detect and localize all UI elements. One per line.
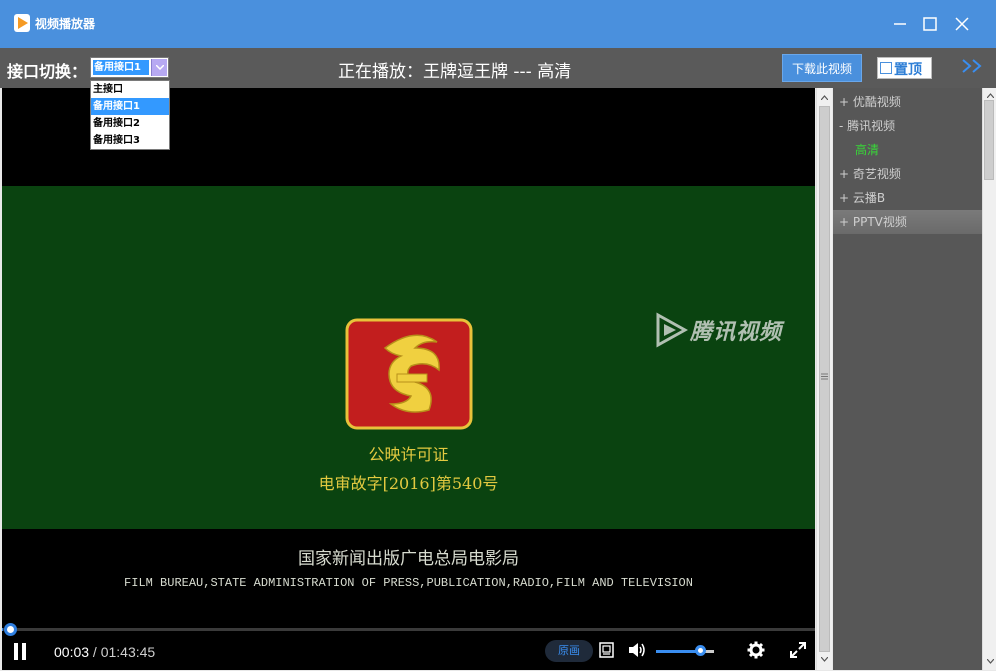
source-youku[interactable]: + 优酷视频 — [833, 90, 983, 114]
pause-button[interactable] — [12, 643, 28, 661]
source-yunbo-b[interactable]: + 云播B — [833, 186, 983, 210]
chevron-up-icon — [821, 95, 828, 100]
sidebar-scrollbar[interactable] — [982, 88, 996, 670]
total-duration: 01:43:45 — [100, 644, 156, 660]
source-pptv[interactable]: + PPTV视频 — [833, 210, 983, 234]
maximize-icon — [923, 17, 937, 31]
pin-label: 置顶 — [894, 62, 922, 78]
pin-checkbox[interactable] — [880, 62, 892, 74]
interface-selected-value: 备用接口1 — [93, 60, 149, 75]
scroll-down-button[interactable] — [817, 652, 832, 668]
player-controls: 00:03 / 01:43:45 原画 — [2, 623, 815, 670]
film-license-card: 腾讯视频 公映许可证 电审故字[2016]第540号 国家新闻出版广电总局电影局… — [2, 186, 815, 590]
pin-on-top-toggle[interactable]: 置顶 — [877, 57, 932, 79]
interface-switch-label: 接口切换： — [7, 62, 88, 81]
fullscreen-icon[interactable] — [789, 641, 807, 659]
volume-handle[interactable] — [694, 645, 706, 656]
double-chevron-right-icon — [962, 59, 982, 73]
bureau-name-cn: 国家新闻出版广电总局电影局 — [298, 549, 519, 569]
volume-fill — [656, 650, 700, 653]
pause-icon — [14, 643, 18, 660]
scroll-thumb[interactable] — [819, 106, 830, 652]
source-list: + 优酷视频 - 腾讯视频 高清 + 奇艺视频 + 云播B + PPTV视频 — [833, 88, 983, 670]
minimize-icon — [894, 23, 906, 25]
now-playing-title: 正在播放：王牌逗王牌 --- 高清 — [338, 62, 572, 82]
video-display[interactable]: 腾讯视频 公映许可证 电审故字[2016]第540号 国家新闻出版广电总局电影局… — [2, 88, 815, 632]
chevron-down-icon — [821, 657, 828, 662]
source-tencent-quality-hd[interactable]: 高清 — [855, 138, 879, 162]
license-title: 公映许可证 — [368, 445, 449, 464]
minimize-button[interactable] — [886, 10, 914, 38]
watermark-text: 腾讯视频 — [690, 320, 783, 345]
title-bar: 视频播放器 — [0, 0, 996, 48]
license-number: 电审故字[2016]第540号 — [318, 474, 499, 493]
interface-option-main[interactable]: 主接口 — [91, 81, 169, 98]
interface-dropdown-list: 主接口 备用接口1 备用接口2 备用接口3 — [90, 80, 170, 150]
grip-icon — [821, 373, 828, 380]
time-separator: / — [89, 644, 101, 660]
volume-slider[interactable] — [656, 645, 714, 656]
close-icon — [955, 17, 969, 31]
interface-option-backup-1[interactable]: 备用接口1 — [91, 98, 169, 115]
collapse-sidebar-button[interactable] — [960, 58, 988, 78]
current-time: 00:03 — [54, 644, 90, 660]
time-readout: 00:03 / 01:43:45 — [54, 644, 155, 660]
scroll-up-button[interactable] — [817, 90, 832, 106]
source-iqiyi[interactable]: + 奇艺视频 — [833, 162, 983, 186]
progress-bar[interactable] — [2, 623, 815, 636]
volume-icon[interactable] — [627, 641, 647, 659]
window-title: 视频播放器 — [35, 17, 96, 31]
play-logo-icon — [14, 14, 30, 32]
sidebar-scroll-down-button[interactable] — [983, 654, 996, 670]
interface-option-backup-2[interactable]: 备用接口2 — [91, 115, 169, 132]
pause-icon-bar — [22, 643, 26, 660]
bureau-name-en: FILM BUREAU,STATE ADMINISTRATION OF PRES… — [124, 576, 693, 590]
video-scrollbar[interactable] — [816, 88, 832, 670]
quality-button[interactable]: 原画 — [545, 640, 593, 662]
chevron-down-icon — [156, 65, 164, 70]
progress-handle[interactable] — [4, 623, 17, 636]
tencent-video-watermark: 腾讯视频 — [650, 310, 800, 350]
source-tencent[interactable]: - 腾讯视频 — [833, 114, 983, 138]
interface-select[interactable]: 备用接口1 — [90, 57, 169, 78]
chevron-up-icon — [987, 93, 994, 98]
film-bureau-emblem-icon — [345, 318, 473, 430]
sidebar-scroll-thumb[interactable] — [984, 100, 994, 180]
settings-gear-icon[interactable] — [747, 641, 765, 659]
chevron-down-icon — [987, 659, 994, 664]
picture-in-picture-icon[interactable] — [598, 641, 616, 659]
tencent-video-logo-icon — [656, 312, 688, 348]
download-video-button[interactable]: 下载此视频 — [782, 54, 862, 82]
interface-option-backup-3[interactable]: 备用接口3 — [91, 132, 169, 149]
dropdown-arrow-button[interactable] — [151, 59, 167, 76]
close-button[interactable] — [948, 10, 976, 38]
maximize-button[interactable] — [916, 10, 944, 38]
